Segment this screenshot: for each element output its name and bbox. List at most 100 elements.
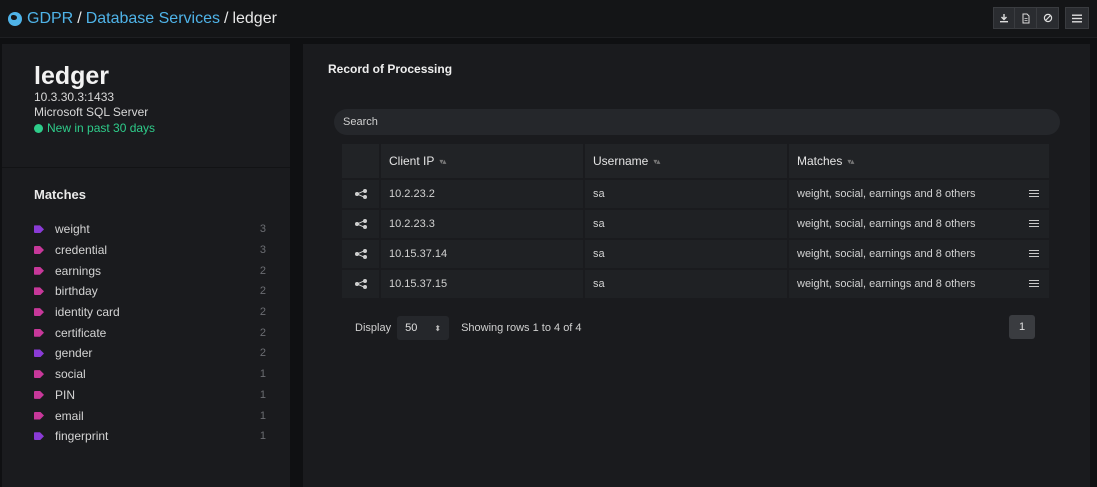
match-label: credential xyxy=(55,243,108,258)
sort-icon: ▾▴ xyxy=(847,156,854,166)
share-button[interactable] xyxy=(342,210,381,238)
match-item[interactable]: email 1 xyxy=(34,405,266,426)
globe-icon xyxy=(8,12,22,26)
download-icon xyxy=(1000,14,1008,23)
match-item[interactable]: identity card 2 xyxy=(34,302,266,323)
column-header-client-ip[interactable]: Client IP ▾▴ xyxy=(381,144,585,178)
share-icon xyxy=(354,189,367,199)
table-row[interactable]: 10.15.37.15 sa weight, social, earnings an… xyxy=(342,270,1049,300)
matches-cell: weight, social, earnings and 8 others xyxy=(789,210,1049,238)
share-button[interactable] xyxy=(342,180,381,208)
asset-header: ledger 10.3.30.3:1433 Microsoft SQL Serv… xyxy=(2,44,290,168)
breadcrumb-gdpr-link[interactable]: GDPR xyxy=(27,10,73,28)
download-button[interactable] xyxy=(993,7,1015,29)
match-item[interactable]: weight 3 xyxy=(34,219,266,240)
match-count: 2 xyxy=(259,306,266,319)
asset-status-text: New in past 30 days xyxy=(47,121,156,135)
match-item[interactable]: earnings 2 xyxy=(34,260,266,281)
username-cell: sa xyxy=(585,210,789,238)
match-count: 1 xyxy=(259,388,266,401)
matches-cell: weight, social, earnings and 8 others xyxy=(789,240,1049,268)
match-count: 1 xyxy=(259,430,266,443)
matches-summary: weight, social, earnings and 8 others xyxy=(797,278,976,290)
client-ip-cell: 10.2.23.3 xyxy=(381,210,585,238)
matches-cell: weight, social, earnings and 8 others xyxy=(789,180,1049,208)
match-item[interactable]: fingerprint 1 xyxy=(34,426,266,447)
breadcrumb: GDPR / Database Services / ledger xyxy=(8,10,277,28)
match-count: 2 xyxy=(259,285,266,298)
menu-button[interactable] xyxy=(1065,7,1089,29)
tag-icon xyxy=(34,287,44,296)
table-body: 10.2.23.2 sa weight, social, earnings and … xyxy=(342,180,1049,300)
tag-icon xyxy=(34,390,44,399)
processing-table: Client IP ▾▴ Username ▾▴ Matches ▾▴ 10.2.23… xyxy=(342,144,1049,300)
match-item[interactable]: birthday 2 xyxy=(34,281,266,302)
share-button[interactable] xyxy=(342,270,381,298)
table-header-row: Client IP ▾▴ Username ▾▴ Matches ▾▴ xyxy=(342,144,1049,178)
search-input[interactable]: Search xyxy=(334,109,1060,135)
select-arrows-icon: ⬍ xyxy=(434,323,442,333)
asset-type: Microsoft SQL Server xyxy=(34,105,149,119)
match-count: 3 xyxy=(259,223,266,236)
match-count: 1 xyxy=(259,368,266,381)
list-icon[interactable] xyxy=(1029,280,1039,288)
column-header-matches[interactable]: Matches ▾▴ xyxy=(789,144,1049,178)
column-header-label: Username xyxy=(593,154,649,168)
asset-address: 10.3.30.3:1433 xyxy=(34,90,115,104)
match-label: email xyxy=(55,408,84,423)
share-button[interactable] xyxy=(342,240,381,268)
ignore-button[interactable] xyxy=(1037,7,1059,29)
client-ip-cell: 10.2.23.2 xyxy=(381,180,585,208)
match-item[interactable]: PIN 1 xyxy=(34,385,266,406)
username-cell: sa xyxy=(585,180,789,208)
match-count: 2 xyxy=(259,347,266,360)
match-label: earnings xyxy=(55,263,102,278)
match-label: weight xyxy=(55,222,90,237)
match-count: 3 xyxy=(259,244,266,257)
asset-name: ledger xyxy=(34,62,110,90)
column-header-username[interactable]: Username ▾▴ xyxy=(585,144,789,178)
tag-icon xyxy=(34,246,44,255)
table-row[interactable]: 10.2.23.3 sa weight, social, earnings and … xyxy=(342,210,1049,240)
page-size-value: 50 xyxy=(405,322,418,334)
asset-status: New in past 30 days xyxy=(34,120,290,136)
page-button[interactable]: 1 xyxy=(1009,315,1035,339)
display-label: Display xyxy=(355,322,392,334)
match-label: gender xyxy=(55,346,93,361)
document-icon xyxy=(1022,13,1029,23)
table-row[interactable]: 10.15.37.14 sa weight, social, earnings an… xyxy=(342,240,1049,270)
ban-icon xyxy=(1043,13,1052,23)
breadcrumb-database-services-link[interactable]: Database Services xyxy=(86,10,220,28)
record-of-processing-panel: Record of Processing Search Client IP ▾▴ … xyxy=(303,44,1090,487)
top-bar: GDPR / Database Services / ledger xyxy=(0,0,1097,38)
table-footer: Display 50 ⬍ Showing rows 1 to 4 of 4 xyxy=(355,316,582,340)
tag-icon xyxy=(34,266,44,275)
match-item[interactable]: credential 3 xyxy=(34,240,266,261)
username-cell: sa xyxy=(585,270,789,298)
page-size-select[interactable]: 50 ⬍ xyxy=(397,316,450,340)
match-count: 2 xyxy=(259,264,266,277)
client-ip-cell: 10.15.37.14 xyxy=(381,240,585,268)
tag-icon xyxy=(34,225,44,234)
column-header-label: Client IP xyxy=(389,154,435,168)
column-header-label: Matches xyxy=(797,154,843,168)
list-icon[interactable] xyxy=(1029,190,1039,198)
share-icon xyxy=(354,249,367,259)
sort-icon: ▾▴ xyxy=(653,156,660,166)
tag-icon xyxy=(34,308,44,317)
report-button[interactable] xyxy=(1015,7,1037,29)
share-icon xyxy=(354,279,367,289)
breadcrumb-separator: / xyxy=(77,10,82,27)
status-dot-icon xyxy=(34,123,43,133)
matches-summary: weight, social, earnings and 8 others xyxy=(797,218,976,230)
match-item[interactable]: certificate 2 xyxy=(34,322,266,343)
match-item[interactable]: social 1 xyxy=(34,364,266,385)
menu-icon xyxy=(1072,14,1082,22)
table-row[interactable]: 10.2.23.2 sa weight, social, earnings and … xyxy=(342,180,1049,210)
list-icon[interactable] xyxy=(1029,220,1039,228)
match-item[interactable]: gender 2 xyxy=(34,343,266,364)
matches-cell: weight, social, earnings and 8 others xyxy=(789,270,1049,298)
match-count: 1 xyxy=(259,409,266,422)
matches-list: weight 3 credential 3 earnings 2 birthday 2 iden… xyxy=(34,219,266,447)
list-icon[interactable] xyxy=(1029,250,1039,258)
